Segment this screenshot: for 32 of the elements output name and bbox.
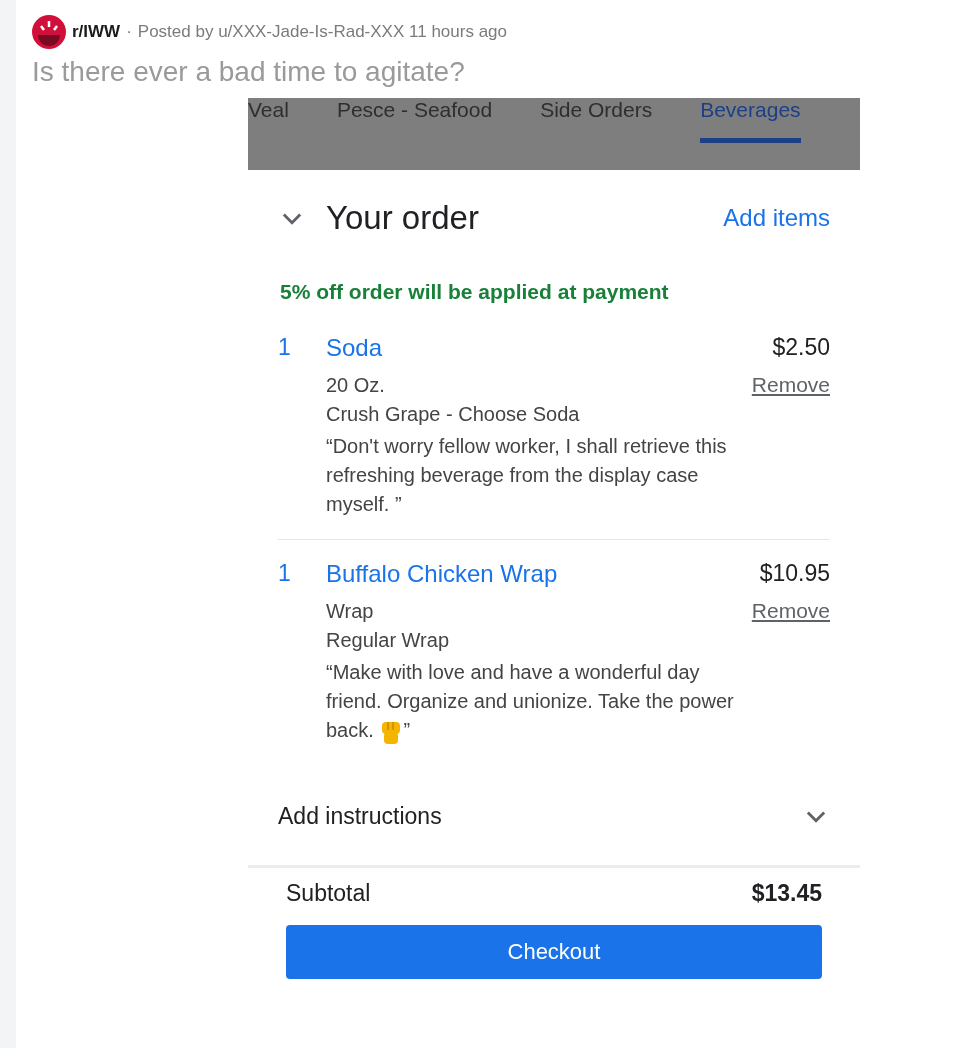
item-price: $10.95: [759, 560, 830, 587]
item-note: “Don't worry fellow worker, I shall retrieve this refreshing beverage from the display case myself. ”: [326, 434, 728, 517]
item-price: $2.50: [772, 334, 830, 361]
item-quantity: 1: [278, 560, 292, 588]
item-note: “Make with love and have a wonderful day friend. Organize and unionize. Take the power back. ”: [326, 658, 752, 745]
item-quantity: 1: [278, 334, 292, 362]
item-option: 20 Oz.: [326, 374, 752, 397]
post-byline: Posted by u/XXX-Jade-Is-Rad-XXX 11 hours ago: [137, 22, 507, 42]
checkout-button[interactable]: Checkout: [286, 925, 822, 979]
subtotal-label: Subtotal: [286, 880, 371, 907]
remove-link[interactable]: Remove: [751, 599, 830, 623]
discount-notice: 5% off order will be applied at payment: [280, 280, 670, 304]
item-name[interactable]: Soda: [326, 334, 752, 362]
add-items-link[interactable]: Add items: [723, 204, 830, 232]
order-title: Your order: [326, 199, 480, 237]
category-tab[interactable]: Pesce - Seafood: [336, 98, 493, 138]
add-instructions-row[interactable]: Add instructions: [278, 781, 830, 851]
separator: ·: [126, 22, 132, 42]
item-option: Crush Grape - Choose Soda: [326, 403, 752, 426]
closing-quote: ”: [403, 719, 411, 741]
add-instructions-label: Add instructions: [278, 802, 442, 830]
item-option: Regular Wrap: [326, 629, 752, 652]
category-tab[interactable]: Beverages: [700, 98, 801, 143]
subreddit-logo-icon: [32, 15, 66, 49]
subtotal-value: $13.45: [751, 880, 822, 907]
remove-link[interactable]: Remove: [751, 373, 830, 397]
item-option: Wrap: [326, 600, 752, 623]
subreddit-link[interactable]: r/IWW: [72, 22, 121, 42]
item-name[interactable]: Buffalo Chicken Wrap: [326, 560, 752, 588]
category-tab[interactable]: Veal: [248, 98, 289, 138]
category-tab[interactable]: Side Orders: [540, 98, 653, 138]
post-title: Is there ever a bad time to agitate?: [32, 56, 466, 89]
